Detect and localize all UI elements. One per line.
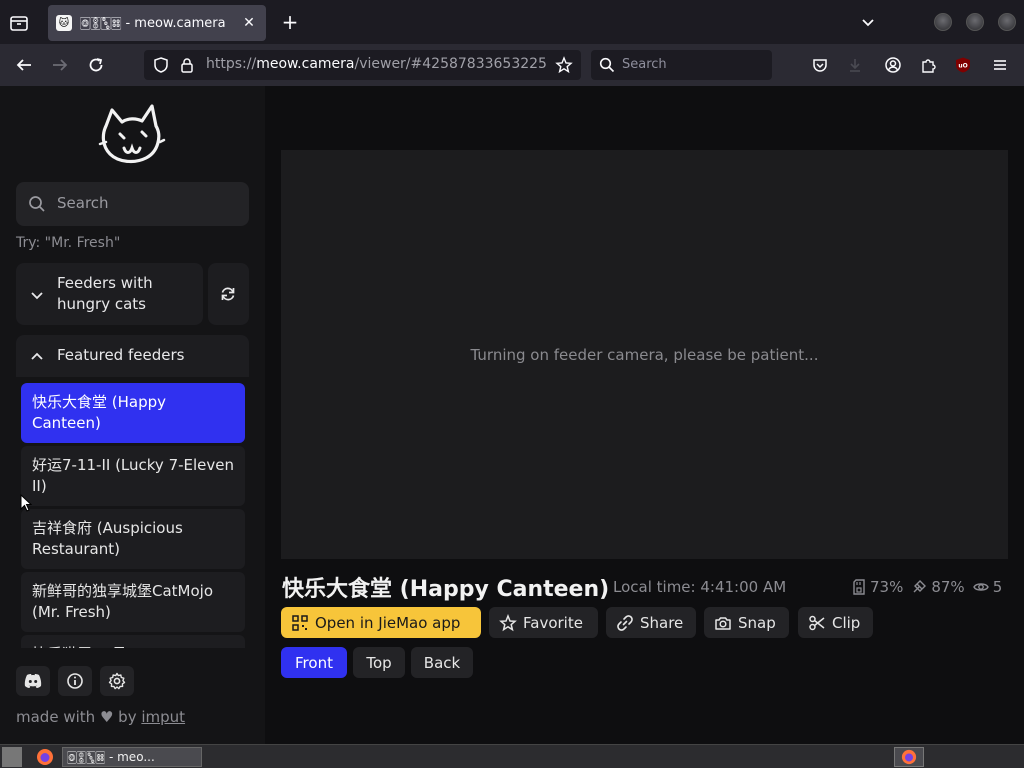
gear-icon	[108, 672, 126, 690]
refresh-icon	[219, 285, 237, 307]
star-icon	[499, 613, 517, 631]
reload-icon[interactable]	[86, 55, 106, 75]
view-back-button[interactable]: Back	[411, 647, 473, 678]
maximize-window-button[interactable]	[966, 13, 984, 31]
page-content: Search Try: "Mr. Fresh" Feeders with hun…	[0, 86, 1024, 744]
account-icon[interactable]	[883, 55, 903, 75]
favorite-button[interactable]: Favorite	[489, 607, 598, 638]
search-icon	[28, 195, 46, 217]
snap-button[interactable]: Snap	[704, 607, 789, 638]
start-menu-icon[interactable]	[2, 747, 22, 767]
food-level-stat: 73%	[852, 578, 903, 596]
view-front-button[interactable]: Front	[281, 647, 347, 678]
scissors-icon	[809, 615, 825, 630]
battery-stat: 87%	[911, 578, 965, 596]
feeder-item-auspicious-restaurant[interactable]: 吉祥食府 (Auspicious Restaurant)	[21, 509, 245, 569]
cat-logo-icon[interactable]	[98, 104, 166, 164]
search-icon	[599, 57, 615, 77]
open-in-app-button[interactable]: Open in JieMao app	[281, 607, 481, 638]
chevron-down-icon[interactable]	[860, 14, 876, 34]
hamburger-menu-icon[interactable]	[990, 55, 1010, 75]
camera-viewer: Turning on feeder camera, please be pati…	[281, 150, 1008, 559]
viewer-count-stat: 5	[972, 578, 1002, 596]
sidebar-search-placeholder: Search	[57, 194, 109, 212]
clip-button[interactable]: Clip	[798, 607, 873, 638]
view-top-button[interactable]: Top	[353, 647, 405, 678]
active-tab[interactable]: 🐱 🀙🀚🀛🀜 - meow.camera ✕	[48, 5, 266, 41]
chevron-down-icon	[30, 287, 44, 306]
tray-firefox-icon[interactable]	[894, 747, 924, 767]
feeder-item-partial[interactable]: 快乐猫屋 一号	[21, 635, 245, 648]
extensions-puzzle-icon[interactable]	[918, 55, 938, 75]
cat-favicon-icon: 🐱	[56, 15, 72, 31]
sidebar-search-input[interactable]: Search	[16, 182, 249, 226]
feeder-item-happy-canteen[interactable]: 快乐大食堂 (Happy Canteen)	[21, 383, 245, 443]
search-hint: Try: "Mr. Fresh"	[16, 235, 121, 251]
ublock-origin-icon[interactable]: uO	[953, 55, 973, 75]
info-icon	[67, 673, 83, 689]
feeder-item-lucky-7-eleven[interactable]: 好运7-11-II (Lucky 7-Eleven II)	[21, 446, 245, 506]
browser-nav-bar: https://meow.camera/viewer/#425878336532…	[0, 44, 1024, 86]
local-time: Local time: 4:41:00 AM	[613, 578, 787, 596]
minimize-window-button[interactable]	[934, 13, 952, 31]
feeder-item-mr-fresh[interactable]: 新鲜哥的独享城堡CatMojo (Mr. Fresh)	[21, 572, 245, 632]
discord-button[interactable]	[16, 666, 50, 696]
featured-feeders-label: Featured feeders	[57, 346, 185, 364]
chevron-up-icon	[30, 349, 44, 368]
browser-search-placeholder: Search	[622, 57, 667, 72]
refresh-button[interactable]	[208, 263, 249, 325]
tab-list-icon[interactable]	[8, 12, 30, 34]
made-with-credit: made with ♥ by imput	[16, 708, 186, 726]
camera-status-message: Turning on feeder camera, please be pati…	[470, 346, 819, 364]
satellite-signal-icon	[913, 580, 927, 593]
close-window-button[interactable]	[998, 13, 1016, 31]
heart-icon: ♥	[99, 708, 114, 726]
download-icon[interactable]	[845, 55, 865, 75]
back-arrow-icon[interactable]	[14, 55, 34, 75]
feeder-stats: 73% 87% 5	[852, 578, 1002, 596]
sd-card-icon	[853, 579, 865, 595]
url-bar[interactable]: https://meow.camera/viewer/#425878336532…	[144, 50, 581, 80]
author-link[interactable]: imput	[141, 708, 185, 726]
browser-search-bar[interactable]: Search	[591, 50, 772, 80]
eye-icon	[972, 583, 989, 591]
link-icon	[617, 614, 633, 631]
os-taskbar: 🀙🀚🀛🀜 - meo...	[0, 744, 1024, 768]
share-button[interactable]: Share	[606, 607, 696, 638]
feeder-title: 快乐大食堂 (Happy Canteen)	[282, 577, 610, 602]
pocket-icon[interactable]	[810, 55, 830, 75]
taskbar-window-item[interactable]: 🀙🀚🀛🀜 - meo...	[62, 747, 202, 767]
svg-text:uO: uO	[958, 63, 967, 70]
hungry-cats-group-label: Feeders with hungry cats	[57, 274, 153, 313]
bookmark-star-icon[interactable]	[555, 56, 573, 78]
featured-feeders-group-toggle[interactable]: Featured feeders	[16, 335, 249, 377]
camera-icon	[715, 616, 731, 630]
tab-title: 🀙🀚🀛🀜 - meow.camera	[80, 15, 226, 31]
feeder-list: 快乐大食堂 (Happy Canteen) 好运7-11-II (Lucky 7…	[0, 376, 265, 648]
firefox-launcher-icon[interactable]	[36, 747, 58, 767]
close-tab-icon[interactable]: ✕	[240, 14, 258, 32]
url-text: https://meow.camera/viewer/#425878336532…	[206, 56, 546, 72]
info-button[interactable]	[58, 666, 92, 696]
shield-icon[interactable]	[152, 56, 170, 78]
lock-icon[interactable]	[178, 56, 196, 78]
hungry-cats-group-toggle[interactable]: Feeders with hungry cats	[16, 263, 203, 325]
settings-button[interactable]	[100, 666, 134, 696]
forward-arrow-icon[interactable]	[50, 55, 70, 75]
browser-tab-strip: 🐱 🀙🀚🀛🀜 - meow.camera ✕ +	[0, 0, 1024, 44]
qr-code-icon	[292, 614, 308, 631]
sidebar: Search Try: "Mr. Fresh" Feeders with hun…	[0, 86, 265, 744]
new-tab-icon[interactable]: +	[280, 12, 300, 32]
discord-icon	[24, 674, 42, 688]
